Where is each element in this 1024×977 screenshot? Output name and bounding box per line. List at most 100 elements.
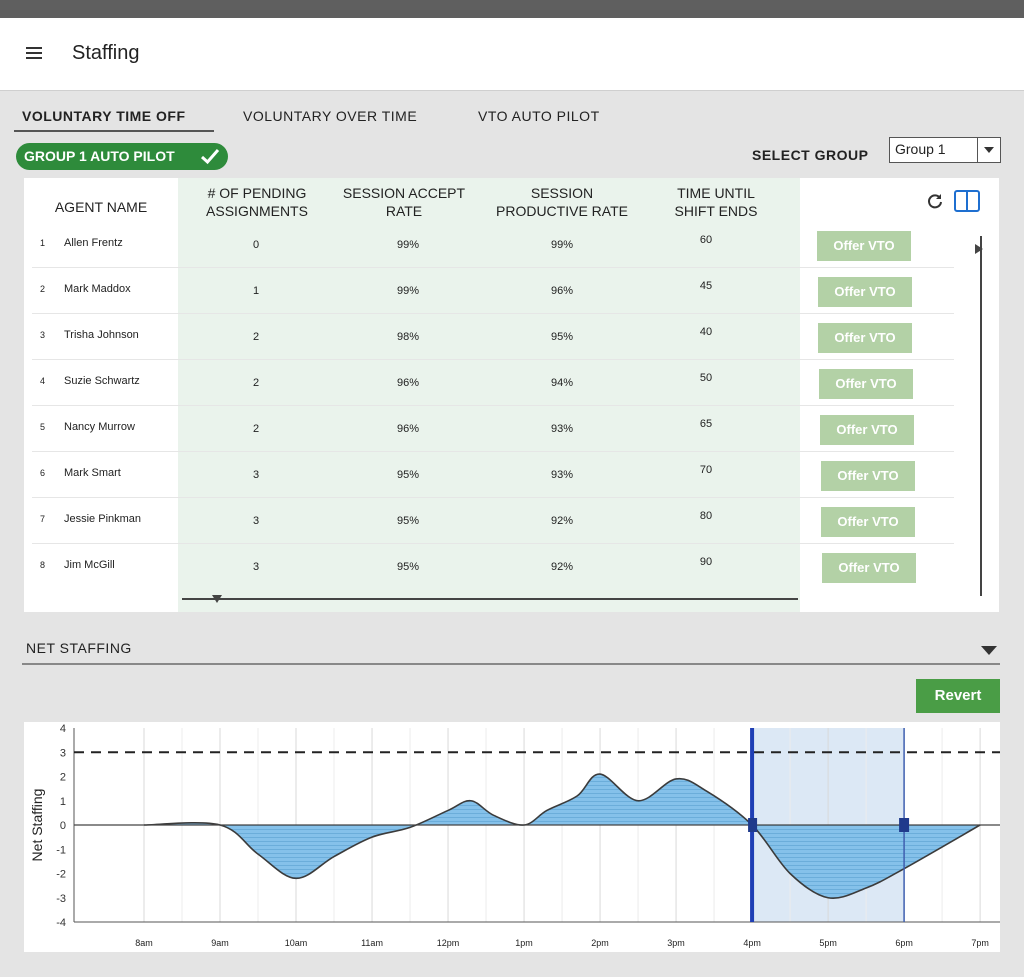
x-tick-label: 11am <box>361 938 383 948</box>
x-tick-label: 7pm <box>971 938 989 948</box>
selection-start-handle[interactable] <box>748 818 758 832</box>
select-group-label: SELECT GROUP <box>752 147 869 163</box>
header-pending-assignments: # OF PENDING ASSIGNMENTS <box>206 185 308 219</box>
x-tick-label: 1pm <box>515 938 533 948</box>
net-staffing-label: NET STAFFING <box>26 640 132 656</box>
net-staffing-chart: 4 3 2 1 0 -1 -2 -3 -4 Net Staffing 8am 9am 10am 11am 1… <box>24 722 1000 952</box>
revert-button[interactable]: Revert <box>916 679 1000 713</box>
row-divider <box>32 313 954 314</box>
selection-end-handle[interactable] <box>899 818 910 832</box>
header-session-accept-rate: SESSION ACCEPT RATE <box>342 185 466 219</box>
y-axis-label: Net Staffing <box>29 789 45 862</box>
vertical-scrollbar[interactable] <box>980 236 982 596</box>
y-tick-label: 3 <box>60 747 66 759</box>
session-productive-rate: 99% <box>550 239 574 251</box>
page-title: Staffing <box>72 42 140 64</box>
agent-name: Allen Frentz <box>64 237 123 249</box>
tab-voluntary-time-off[interactable]: VOLUNTARY TIME OFF <box>22 108 186 124</box>
section-divider <box>22 663 1000 665</box>
row-number: 3 <box>40 330 46 340</box>
pending-assignments: 3 <box>252 469 260 481</box>
session-productive-rate: 96% <box>550 285 574 297</box>
group-select-value: Group 1 <box>895 141 946 157</box>
row-divider <box>32 497 954 498</box>
y-tick-label: 2 <box>60 772 66 784</box>
columns-icon[interactable] <box>954 190 980 212</box>
session-accept-rate: 95% <box>396 561 420 573</box>
row-number: 1 <box>40 238 46 248</box>
row-number: 8 <box>40 560 46 570</box>
header-session-productive-rate: SESSION PRODUCTIVE RATE <box>496 185 628 219</box>
y-tick-label: -4 <box>56 917 66 929</box>
offer-vto-button[interactable]: Offer VTO <box>822 553 916 583</box>
chart-svg: 4 3 2 1 0 -1 -2 -3 -4 Net Staffing 8am 9am 10am 11am 1… <box>29 723 1000 948</box>
auto-pilot-toggle[interactable]: GROUP 1 AUTO PILOT <box>16 143 228 170</box>
time-until-shift-ends: 70 <box>699 464 713 476</box>
pending-assignments: 3 <box>252 561 260 573</box>
group-select[interactable]: Group 1 <box>889 137 1001 163</box>
header-agent-name: AGENT NAME <box>54 199 148 215</box>
offer-vto-button[interactable]: Offer VTO <box>817 231 911 261</box>
menu-icon[interactable] <box>26 47 42 59</box>
app-header <box>0 18 1024 91</box>
offer-vto-button[interactable]: Offer VTO <box>818 323 912 353</box>
offer-vto-button[interactable]: Offer VTO <box>819 369 913 399</box>
y-tick-label: 4 <box>60 723 66 735</box>
horizontal-scroll-handle[interactable] <box>212 595 222 603</box>
session-productive-rate: 94% <box>550 377 574 389</box>
pending-assignments: 2 <box>252 331 260 343</box>
x-tick-label: 3pm <box>667 938 685 948</box>
row-divider <box>32 451 954 452</box>
x-tick-label: 5pm <box>819 938 837 948</box>
session-accept-rate: 99% <box>396 285 420 297</box>
y-tick-label: -2 <box>56 869 66 881</box>
tab-vto-auto-pilot[interactable]: VTO AUTO PILOT <box>478 108 600 124</box>
offer-vto-button[interactable]: Offer VTO <box>820 415 914 445</box>
top-bar <box>0 0 1024 18</box>
time-until-shift-ends: 50 <box>699 372 713 384</box>
row-number: 4 <box>40 376 46 386</box>
x-tick-label: 10am <box>285 938 308 948</box>
agent-name: Jessie Pinkman <box>64 513 142 525</box>
row-number: 5 <box>40 422 46 432</box>
x-tick-label: 12pm <box>437 938 460 948</box>
active-tab-indicator <box>14 130 214 132</box>
horizontal-scrollbar[interactable] <box>182 598 798 600</box>
session-accept-rate: 95% <box>396 469 420 481</box>
offer-vto-button[interactable]: Offer VTO <box>821 461 915 491</box>
time-until-shift-ends: 60 <box>699 234 713 246</box>
time-until-shift-ends: 90 <box>699 556 713 568</box>
x-tick-label: 8am <box>135 938 153 948</box>
row-number: 6 <box>40 468 46 478</box>
offer-vto-button[interactable]: Offer VTO <box>818 277 912 307</box>
x-tick-label: 6pm <box>895 938 913 948</box>
session-accept-rate: 95% <box>396 515 420 527</box>
session-productive-rate: 92% <box>550 561 574 573</box>
chevron-down-icon[interactable] <box>977 138 1000 162</box>
time-until-shift-ends: 65 <box>699 418 713 430</box>
x-tick-label: 2pm <box>591 938 609 948</box>
row-number: 7 <box>40 514 46 524</box>
session-productive-rate: 93% <box>550 469 574 481</box>
pending-assignments: 3 <box>252 515 260 527</box>
check-icon <box>200 149 220 165</box>
y-tick-label: -1 <box>56 844 66 856</box>
refresh-icon[interactable] <box>926 192 944 210</box>
tab-voluntary-over-time[interactable]: VOLUNTARY OVER TIME <box>243 108 417 124</box>
collapse-chevron-icon[interactable] <box>981 646 997 655</box>
x-tick-label: 9am <box>211 938 229 948</box>
vertical-scroll-handle[interactable] <box>975 244 983 254</box>
header-time-until-shift-ends: TIME UNTIL SHIFT ENDS <box>674 185 758 219</box>
session-accept-rate: 99% <box>396 239 420 251</box>
pending-assignments: 1 <box>252 285 260 297</box>
pending-assignments: 2 <box>252 377 260 389</box>
x-tick-label: 4pm <box>743 938 761 948</box>
y-tick-label: 1 <box>60 796 66 808</box>
agent-name: Suzie Schwartz <box>64 375 140 387</box>
offer-vto-button[interactable]: Offer VTO <box>821 507 915 537</box>
row-divider <box>32 359 954 360</box>
session-productive-rate: 95% <box>550 331 574 343</box>
row-divider <box>32 267 954 268</box>
pending-assignments: 2 <box>252 423 260 435</box>
row-number: 2 <box>40 284 46 294</box>
